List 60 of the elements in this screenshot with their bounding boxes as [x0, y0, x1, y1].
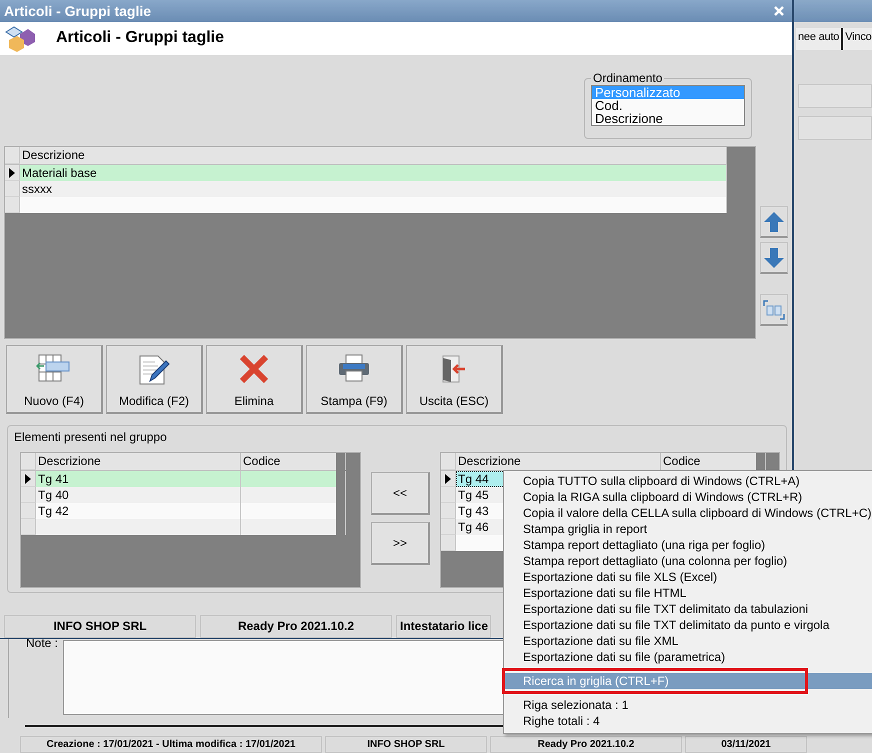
- menu-item[interactable]: Righe totali : 4: [504, 713, 872, 729]
- swap-pages-icon: [762, 298, 786, 322]
- menu-item[interactable]: Esportazione dati su file XML: [504, 633, 872, 649]
- note-label: Note :: [26, 636, 58, 650]
- menu-item[interactable]: Esportazione dati su file (parametrica): [504, 649, 872, 665]
- row-header: [5, 197, 20, 213]
- move-button[interactable]: >>: [371, 522, 430, 565]
- menu-item[interactable]: Stampa report dettagliato (una colonna per foglio): [504, 553, 872, 569]
- row-header: [5, 181, 20, 197]
- text-field[interactable]: [798, 84, 872, 108]
- menu-item[interactable]: Esportazione dati su file XLS (Excel): [504, 569, 872, 585]
- tab[interactable]: Vinco: [843, 28, 872, 50]
- status-text: Ready Pro 2021.10.2: [200, 615, 392, 638]
- row-header: [441, 535, 456, 551]
- move-button[interactable]: <<: [371, 472, 430, 515]
- cross-icon: [239, 354, 269, 384]
- menu-item[interactable]: Esportazione dati su file HTML: [504, 585, 872, 601]
- close-button[interactable]: [772, 4, 786, 18]
- swap-button[interactable]: [760, 294, 788, 326]
- sort-list[interactable]: Personalizzato Cod. Descrizione: [591, 85, 745, 126]
- menu-item[interactable]: Riga selezionata : 1: [504, 697, 872, 713]
- status-text: Ready Pro 2021.10.2: [490, 736, 682, 753]
- status-text: Intestatario lice: [396, 615, 491, 638]
- menu-item[interactable]: Stampa report dettagliato (una riga per foglio): [504, 537, 872, 553]
- toolbar-button[interactable]: Stampa (F9): [306, 345, 403, 414]
- row-header: [21, 487, 36, 503]
- menu-item[interactable]: Esportazione dati su file TXT delimitato da tabulazioni: [504, 601, 872, 617]
- row-pointer-icon: [9, 168, 15, 178]
- group-label: Ordinamento: [592, 71, 664, 85]
- window-title: Articoli - Gruppi taglie: [4, 2, 152, 19]
- toolbar-button[interactable]: Nuovo (F4): [6, 345, 103, 414]
- toolbar-button[interactable]: Modifica (F2): [106, 345, 203, 414]
- menu-item[interactable]: Esportazione dati su file TXT delimitato da punto e virgola: [504, 617, 872, 633]
- list-option[interactable]: Cod.: [592, 99, 744, 112]
- cubes-logo-icon: [4, 24, 36, 52]
- toolbar-button[interactable]: Uscita (ESC): [406, 345, 503, 414]
- arrow-up-icon: [763, 210, 785, 232]
- group-label: Elementi presenti nel gruppo: [14, 430, 168, 444]
- status-text: Creazione : 17/01/2021 - Ultima modifica : 17/01/2021: [20, 736, 322, 753]
- table-add-icon: [36, 354, 72, 382]
- row-pointer-icon: [25, 474, 31, 484]
- text-field[interactable]: [798, 116, 872, 140]
- column-header[interactable]: Codice: [241, 453, 346, 470]
- status-text: INFO SHOP SRL: [4, 615, 196, 638]
- column-header[interactable]: Descrizione: [36, 453, 241, 470]
- move-down-button[interactable]: [760, 242, 788, 274]
- tab[interactable]: nee auto: [796, 28, 844, 50]
- row-header: [441, 503, 456, 519]
- row-pointer-icon: [445, 474, 451, 484]
- status-text: INFO SHOP SRL: [325, 736, 487, 753]
- toolbar-button[interactable]: Elimina: [206, 345, 303, 414]
- move-up-button[interactable]: [760, 206, 788, 238]
- printer-icon: [338, 354, 370, 382]
- status-text: 03/11/2021: [685, 736, 807, 753]
- arrow-down-icon: [763, 246, 785, 268]
- dialog-heading: Articoli - Gruppi taglie: [56, 29, 224, 48]
- list-option[interactable]: Descrizione: [592, 112, 744, 125]
- close-icon: [774, 6, 784, 16]
- document-pencil-icon: [138, 354, 170, 386]
- row-header: [21, 503, 36, 519]
